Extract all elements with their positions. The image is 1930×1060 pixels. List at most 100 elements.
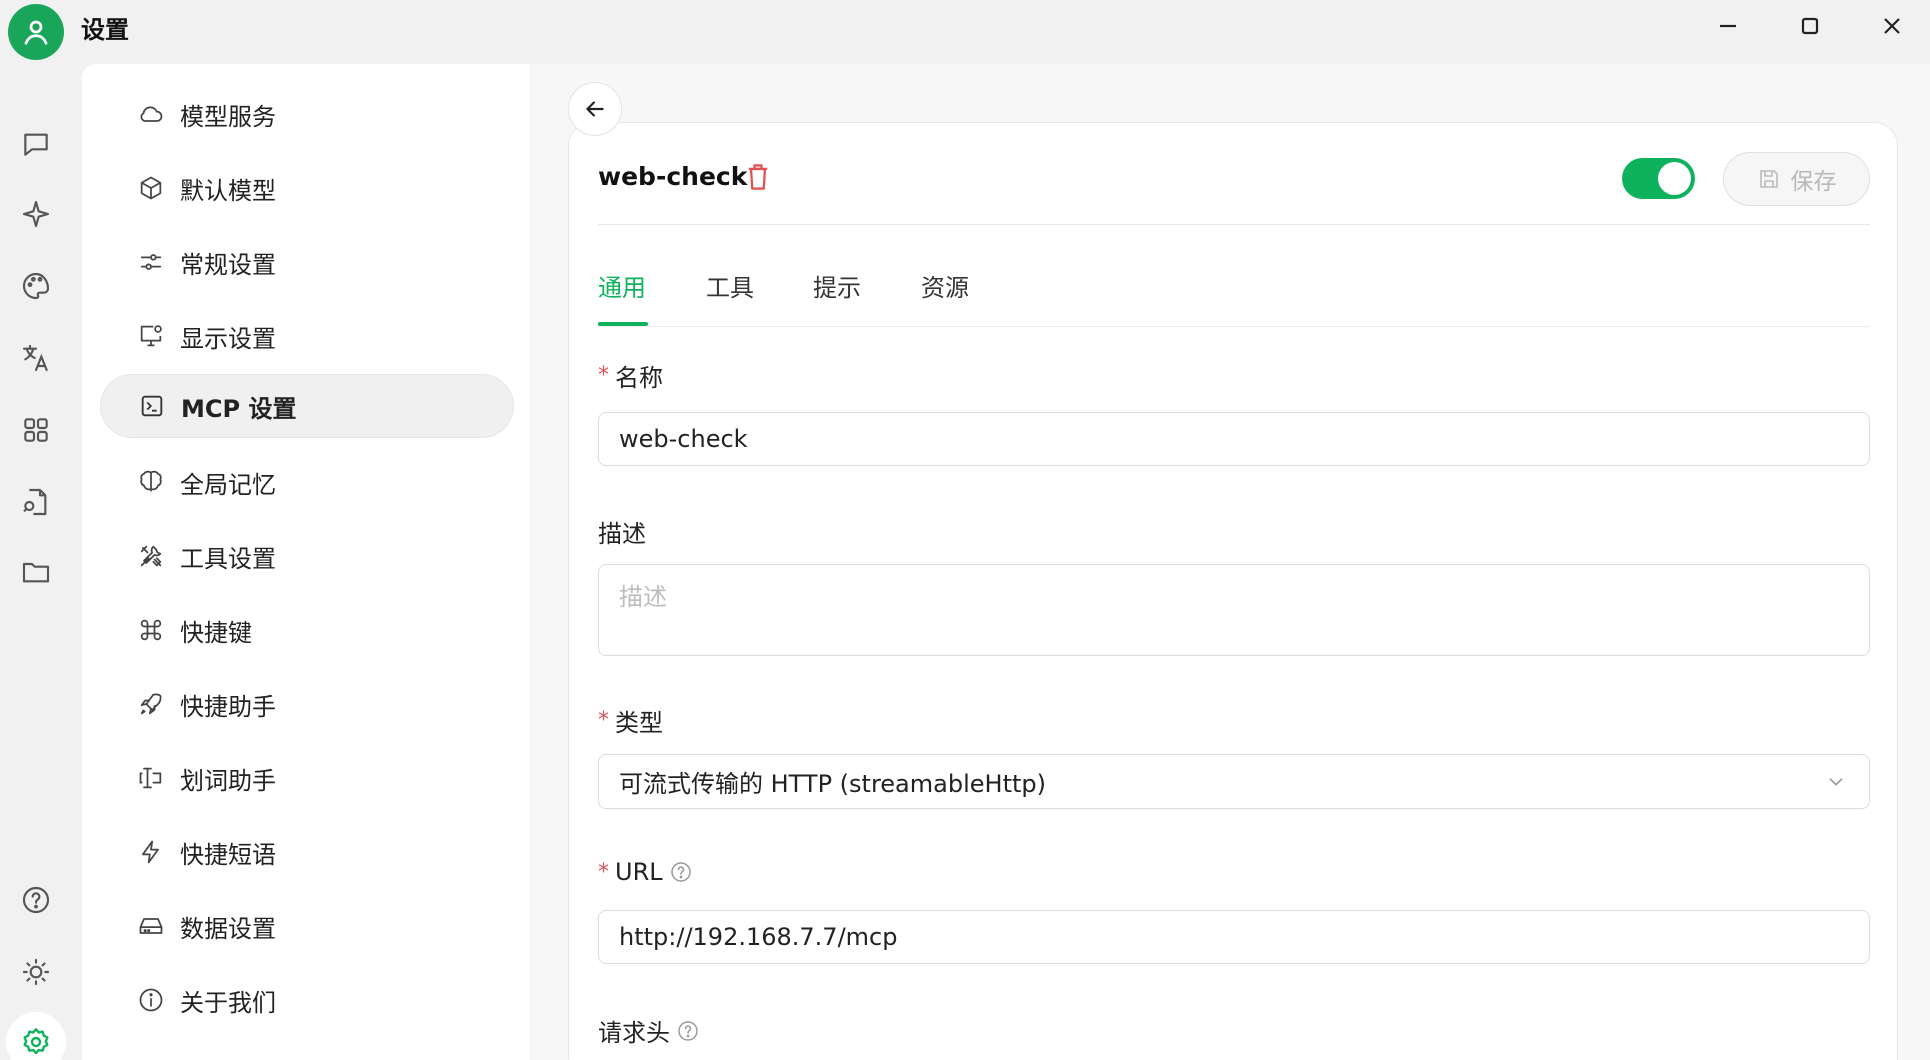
type-label-text: 类型 [615, 709, 663, 737]
monitor-icon [136, 321, 166, 351]
terminal-icon [137, 391, 167, 421]
rail-settings[interactable] [6, 1012, 66, 1060]
rail-files[interactable] [6, 542, 66, 602]
tab-prompts[interactable]: 提示 [813, 268, 861, 303]
url-input-value: http://192.168.7.7/mcp [619, 923, 898, 951]
tab-tools[interactable]: 工具 [706, 268, 754, 303]
menu-item-data[interactable]: 数据设置 [100, 894, 514, 958]
rail-theme[interactable] [6, 942, 66, 1002]
menu-item-label: 关于我们 [180, 988, 276, 1017]
menu-item-display[interactable]: 显示设置 [100, 304, 514, 368]
menu-item-label: 划词助手 [180, 766, 276, 795]
menu-item-memory[interactable]: 全局记忆 [100, 450, 514, 514]
type-select[interactable]: 可流式传输的 HTTP (streamableHttp) [598, 754, 1870, 809]
close-button[interactable] [1864, 6, 1920, 46]
minimize-icon [1720, 24, 1736, 28]
arrow-left-icon [586, 101, 604, 117]
command-icon [136, 615, 166, 645]
question-circle-icon[interactable] [669, 860, 693, 884]
menu-item-label: 快捷键 [180, 618, 252, 647]
save-button[interactable]: 保存 [1723, 152, 1870, 206]
gear-icon [23, 1028, 49, 1055]
rail-translate[interactable] [6, 328, 66, 388]
url-label-text: URL [615, 858, 663, 886]
name-label: * 名称 [598, 358, 663, 393]
menu-item-tools[interactable]: 工具设置 [100, 524, 514, 588]
maximize-button[interactable] [1782, 6, 1838, 46]
url-input[interactable]: http://192.168.7.7/mcp [598, 910, 1870, 964]
back-button[interactable] [568, 82, 622, 136]
window-title: 设置 [81, 16, 129, 44]
name-label-text: 名称 [615, 364, 663, 392]
menu-item-label: 快捷短语 [180, 840, 276, 869]
menu-item-mcp[interactable]: MCP 设置 [100, 374, 514, 438]
menu-item-selection-assistant[interactable]: 划词助手 [100, 746, 514, 810]
type-select-value: 可流式传输的 HTTP (streamableHttp) [619, 770, 1046, 798]
required-mark: * [598, 708, 609, 733]
name-input-value: web-check [619, 425, 748, 453]
cloud-icon [136, 99, 166, 129]
menu-item-label: 常规设置 [180, 250, 276, 279]
rocket-icon [136, 689, 166, 719]
menu-item-label: 显示设置 [180, 324, 276, 353]
required-mark: * [598, 859, 609, 885]
minimize-button[interactable] [1700, 6, 1756, 46]
url-label: * URL [598, 858, 693, 886]
zap-icon [136, 837, 166, 867]
rail-knowledge[interactable] [6, 472, 66, 532]
translate-icon [22, 344, 48, 372]
required-mark: * [598, 363, 609, 388]
maximize-icon [1801, 17, 1819, 35]
close-icon [1884, 18, 1900, 34]
menu-item-general[interactable]: 常规设置 [100, 230, 514, 294]
chat-icon [24, 133, 48, 156]
delete-button[interactable] [744, 162, 772, 192]
description-label-text: 描述 [598, 520, 646, 548]
menu-item-label: 数据设置 [180, 914, 276, 943]
tab-resources[interactable]: 资源 [921, 268, 969, 303]
question-circle-icon[interactable] [676, 1019, 700, 1043]
save-icon [1759, 170, 1778, 188]
headers-label-text: 请求头 [598, 1019, 670, 1047]
tools-icon [136, 541, 166, 571]
settings-menu: 模型服务 默认模型 常规设置 显示设置 MCP 设置 全局记忆 工具设置 快捷键… [82, 64, 530, 1060]
rail-apps[interactable] [6, 400, 66, 460]
menu-item-label: 工具设置 [180, 544, 276, 573]
menu-item-default-model[interactable]: 默认模型 [100, 156, 514, 220]
tab-general[interactable]: 通用 [598, 268, 646, 303]
rail-agents[interactable] [6, 184, 66, 244]
menu-item-about[interactable]: 关于我们 [100, 968, 514, 1032]
headers-label: 请求头 [598, 1013, 700, 1048]
server-enabled-toggle[interactable] [1622, 158, 1695, 199]
sliders-icon [136, 247, 166, 277]
user-icon [24, 20, 48, 45]
grid-icon [24, 418, 48, 442]
file-search-icon [23, 488, 47, 516]
menu-item-quick-phrases[interactable]: 快捷短语 [100, 820, 514, 884]
header-divider [598, 224, 1870, 225]
tab-divider [598, 326, 1870, 327]
description-label: 描述 [598, 514, 646, 549]
nav-rail [0, 64, 72, 1060]
menu-item-quick-assistant[interactable]: 快捷助手 [100, 672, 514, 736]
hard-drive-icon [136, 911, 166, 941]
description-textarea[interactable]: 描述 [598, 564, 1870, 656]
cube-icon [136, 173, 166, 203]
palette-icon [22, 272, 50, 300]
rail-help[interactable] [6, 870, 66, 930]
menu-item-label: 默认模型 [180, 176, 276, 205]
user-avatar[interactable] [8, 4, 64, 60]
server-name: web-check [598, 162, 748, 191]
menu-item-label: MCP 设置 [181, 394, 297, 423]
title-bar: 设置 [0, 0, 1930, 64]
rail-chat[interactable] [6, 114, 66, 174]
menu-item-model-service[interactable]: 模型服务 [100, 82, 514, 146]
name-input[interactable]: web-check [598, 412, 1870, 466]
menu-item-label: 模型服务 [180, 102, 276, 131]
help-icon [22, 886, 50, 914]
save-label: 保存 [1790, 169, 1837, 195]
menu-item-shortcuts[interactable]: 快捷键 [100, 598, 514, 662]
rail-paintings[interactable] [6, 256, 66, 316]
sparkle-icon [22, 200, 50, 228]
brain-icon [136, 467, 166, 497]
